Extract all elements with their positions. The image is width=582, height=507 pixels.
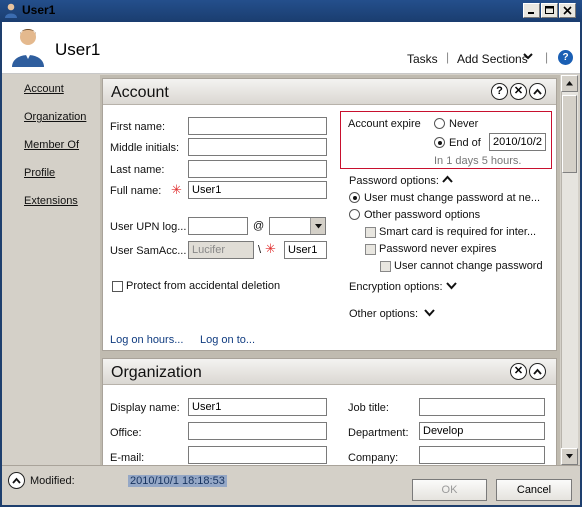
expire-remaining-text: In 1 days 5 hours. xyxy=(434,155,522,167)
footer xyxy=(2,465,580,505)
department-field[interactable]: Develop xyxy=(419,422,545,440)
page-title: User1 xyxy=(55,40,101,59)
full-name-label: Full name: xyxy=(110,185,162,197)
scroll-down-button[interactable] xyxy=(561,448,578,465)
chevron-down-icon[interactable] xyxy=(446,282,457,290)
company-label: Company: xyxy=(348,452,399,464)
header-separator: | xyxy=(446,50,450,64)
sidebar-item-extensions[interactable]: Extensions xyxy=(24,195,78,207)
help-circle-icon[interactable]: ? xyxy=(491,83,508,100)
password-options-label: Password options: xyxy=(349,175,439,187)
header-separator: | xyxy=(545,50,549,64)
upn-field[interactable] xyxy=(188,217,248,235)
dropdown-arrow-icon[interactable] xyxy=(310,218,325,234)
sam-label: User SamAcc... xyxy=(110,245,187,257)
modified-value: 2010/10/1 18:18:53 xyxy=(128,475,227,487)
protect-label: Protect from accidental deletion xyxy=(126,280,281,292)
add-sections-menu[interactable]: Add Sections xyxy=(457,52,528,66)
sidebar-item-organization[interactable]: Organization xyxy=(24,111,86,123)
scrollbar-thumb[interactable] xyxy=(562,95,577,173)
sam-domain-field: Lucifer xyxy=(188,241,254,259)
help-icon[interactable]: ? xyxy=(558,50,573,65)
expand-icon[interactable] xyxy=(8,472,25,489)
logon-to-link[interactable]: Log on to... xyxy=(200,334,255,346)
sidebar-item-member-of[interactable]: Member Of xyxy=(24,139,79,151)
first-name-label: First name: xyxy=(110,121,166,133)
department-label: Department: xyxy=(348,427,409,439)
sam-name-field[interactable]: User1 xyxy=(284,241,327,259)
job-title-field[interactable] xyxy=(419,398,545,416)
required-asterisk: ✳ xyxy=(265,241,276,256)
account-section-title: Account xyxy=(111,84,169,101)
sidebar xyxy=(2,75,98,465)
chevron-down-icon[interactable] xyxy=(522,51,534,61)
modified-label: Modified: xyxy=(30,475,75,487)
email-field[interactable] xyxy=(188,446,327,464)
encryption-options-label: Encryption options: xyxy=(349,281,443,293)
at-sign: @ xyxy=(253,220,265,232)
window-title: User1 xyxy=(22,3,56,17)
must-change-label: User must change password at ne... xyxy=(364,192,541,204)
organization-section-title: Organization xyxy=(111,364,202,381)
last-name-field[interactable] xyxy=(188,160,327,178)
maximize-button[interactable] xyxy=(541,3,558,18)
end-of-label: End of xyxy=(449,137,481,149)
required-asterisk: ✳ xyxy=(171,182,182,197)
collapse-icon[interactable] xyxy=(529,363,546,380)
chevron-up-icon[interactable] xyxy=(442,175,453,183)
cannot-change-checkbox[interactable] xyxy=(380,261,391,272)
backslash: \ xyxy=(258,244,262,256)
protect-checkbox[interactable] xyxy=(112,281,123,292)
other-password-radio[interactable] xyxy=(349,209,360,220)
title-bar[interactable] xyxy=(0,0,582,22)
cannot-change-label: User cannot change password xyxy=(394,260,543,272)
job-title-label: Job title: xyxy=(348,402,389,414)
user-icon xyxy=(5,3,17,18)
never-radio[interactable] xyxy=(434,118,445,129)
logon-hours-link[interactable]: Log on hours... xyxy=(110,334,183,346)
minimize-button[interactable] xyxy=(523,3,540,18)
office-field[interactable] xyxy=(188,422,327,440)
account-section-header xyxy=(103,79,556,105)
collapse-icon[interactable] xyxy=(529,83,546,100)
smart-card-checkbox[interactable] xyxy=(365,227,376,238)
sidebar-item-account[interactable]: Account xyxy=(24,83,64,95)
never-expires-label: Password never expires xyxy=(379,243,497,255)
scroll-up-button[interactable] xyxy=(561,75,578,92)
ok-button[interactable]: OK xyxy=(412,479,487,501)
tasks-menu[interactable]: Tasks xyxy=(407,52,438,66)
middle-initials-field[interactable] xyxy=(188,138,327,156)
full-name-field[interactable]: User1 xyxy=(188,181,327,199)
smart-card-label: Smart card is required for inter... xyxy=(379,226,537,238)
account-expire-label: Account expire xyxy=(348,118,421,130)
organization-section: Organization ✕ Display name: User1 Offic… xyxy=(102,358,557,465)
must-change-radio[interactable] xyxy=(349,192,360,203)
first-name-field[interactable] xyxy=(188,117,327,135)
other-password-label: Other password options xyxy=(364,209,481,221)
display-name-field[interactable]: User1 xyxy=(188,398,327,416)
content-area: Account ? ✕ First name: Middle initials:… xyxy=(100,75,560,465)
end-of-radio[interactable] xyxy=(434,137,445,148)
email-label: E-mail: xyxy=(110,452,145,464)
close-circle-icon[interactable]: ✕ xyxy=(510,363,527,380)
chevron-down-icon[interactable] xyxy=(424,309,435,317)
upn-label: User UPN log... xyxy=(110,221,187,233)
never-label: Never xyxy=(449,118,479,130)
display-name-label: Display name: xyxy=(110,402,180,414)
close-button[interactable] xyxy=(559,3,576,18)
end-date-field[interactable]: 2010/10/2 xyxy=(489,133,546,151)
company-field[interactable] xyxy=(419,446,545,464)
account-section: Account ? ✕ First name: Middle initials:… xyxy=(102,78,557,351)
cancel-button[interactable]: Cancel xyxy=(496,479,572,501)
sidebar-item-profile[interactable]: Profile xyxy=(24,167,55,179)
never-expires-checkbox[interactable] xyxy=(365,244,376,255)
middle-initials-label: Middle initials: xyxy=(110,142,180,154)
office-label: Office: xyxy=(110,427,142,439)
last-name-label: Last name: xyxy=(110,164,165,176)
other-options-label: Other options: xyxy=(349,308,419,320)
close-circle-icon[interactable]: ✕ xyxy=(510,83,527,100)
avatar xyxy=(12,29,44,67)
